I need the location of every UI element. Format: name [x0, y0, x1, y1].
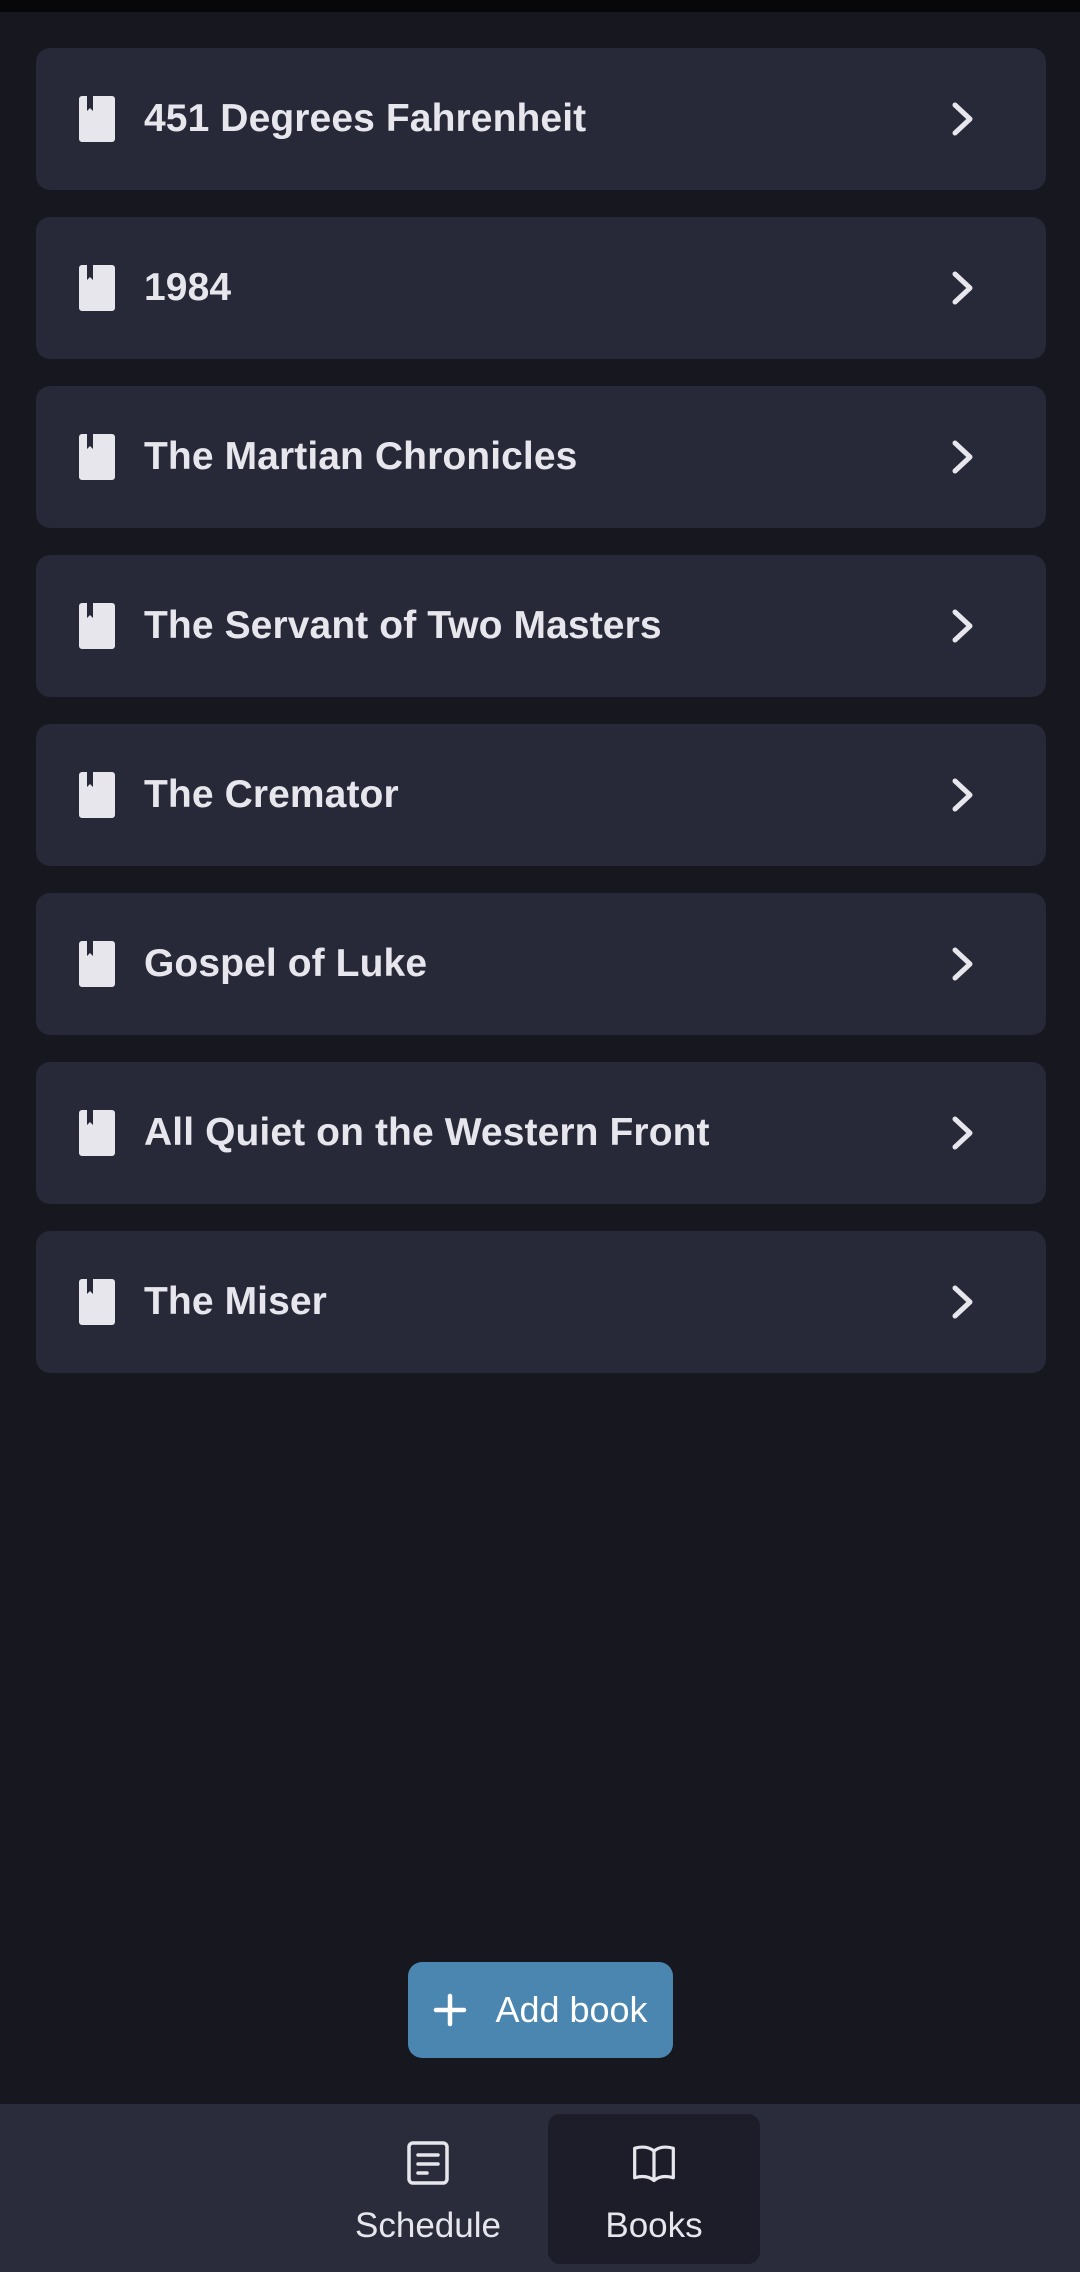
nav-label-books: Books — [605, 2206, 703, 2245]
book-title: All Quiet on the Western Front — [144, 1111, 710, 1154]
nav-label-schedule: Schedule — [355, 2206, 501, 2245]
book-list-item[interactable]: The Servant of Two Masters — [36, 555, 1046, 697]
book-title: The Miser — [144, 1280, 327, 1323]
book-title: Gospel of Luke — [144, 942, 428, 985]
book-list-item[interactable]: 451 Degrees Fahrenheit — [36, 48, 1046, 190]
chevron-right-icon — [952, 440, 973, 474]
chevron-right-icon — [952, 1285, 973, 1319]
chevron-right-icon — [952, 947, 973, 981]
chevron-right-icon — [952, 102, 973, 136]
book-title: The Servant of Two Masters — [144, 604, 662, 647]
chevron-right-icon — [952, 271, 973, 305]
book-list-item[interactable]: The Martian Chronicles — [36, 386, 1046, 528]
schedule-icon — [407, 2141, 449, 2185]
book-list-item[interactable]: The Miser — [36, 1231, 1046, 1373]
book-icon — [79, 603, 115, 649]
book-icon — [79, 1110, 115, 1156]
book-icon — [79, 96, 115, 142]
book-list-item[interactable]: The Cremator — [36, 724, 1046, 866]
book-icon — [79, 1279, 115, 1325]
nav-tab-schedule[interactable]: Schedule — [328, 2114, 528, 2264]
status-bar-strip — [0, 0, 1080, 12]
open-book-icon — [633, 2145, 675, 2183]
nav-tab-books[interactable]: Books — [548, 2114, 760, 2264]
book-list-item[interactable]: Gospel of Luke — [36, 893, 1046, 1035]
book-title: 451 Degrees Fahrenheit — [144, 97, 587, 140]
book-icon — [79, 772, 115, 818]
add-book-label: Add book — [495, 1989, 648, 2030]
book-title: The Martian Chronicles — [144, 435, 578, 478]
chevron-right-icon — [952, 778, 973, 812]
book-icon — [79, 941, 115, 987]
book-title: 1984 — [144, 266, 232, 309]
book-icon — [79, 265, 115, 311]
book-icon — [79, 434, 115, 480]
add-book-button[interactable]: Add book — [408, 1962, 673, 2058]
book-title: The Cremator — [144, 773, 399, 816]
book-list: 451 Degrees Fahrenheit 1984 The Martian … — [36, 48, 1046, 1400]
book-list-item[interactable]: 1984 — [36, 217, 1046, 359]
chevron-right-icon — [952, 609, 973, 643]
plus-icon — [434, 1993, 467, 2027]
chevron-right-icon — [952, 1116, 973, 1150]
bottom-navigation: Schedule Books — [0, 2104, 1080, 2272]
book-list-item[interactable]: All Quiet on the Western Front — [36, 1062, 1046, 1204]
